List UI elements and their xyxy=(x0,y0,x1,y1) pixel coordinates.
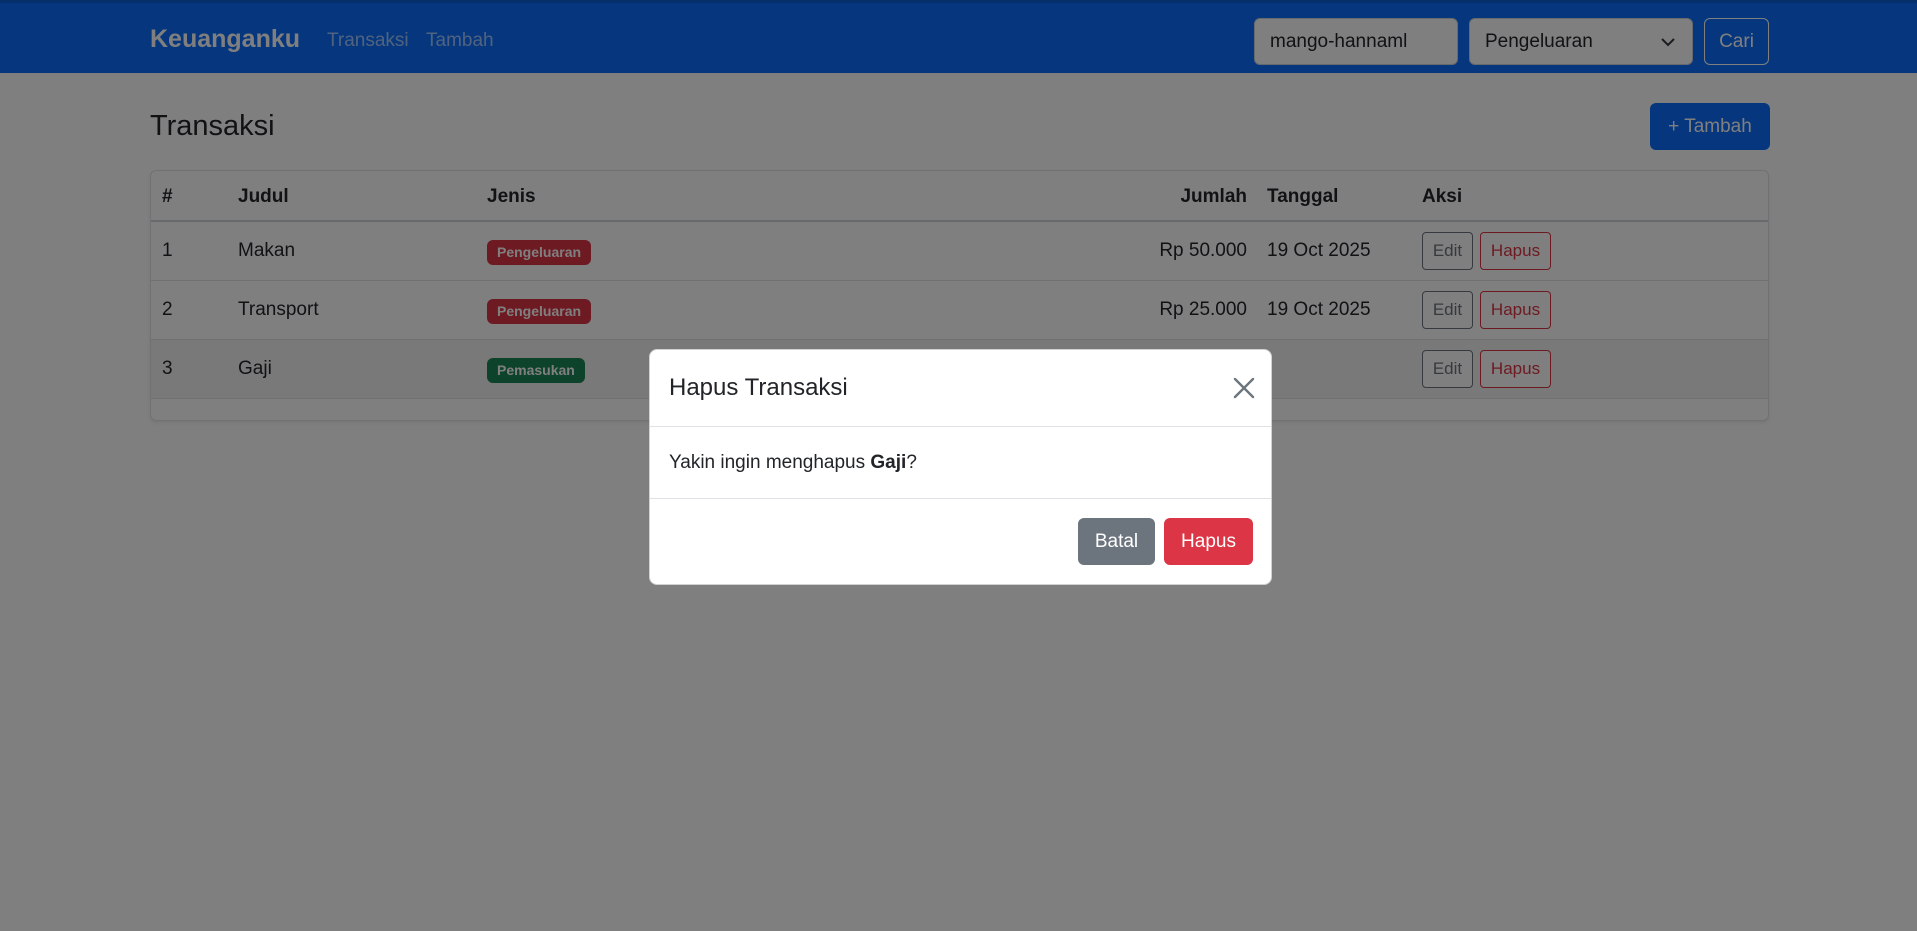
cancel-button[interactable]: Batal xyxy=(1078,518,1155,565)
delete-confirm-modal: Hapus Transaksi Yakin ingin menghapus Ga… xyxy=(649,349,1272,585)
modal-header: Hapus Transaksi xyxy=(650,350,1271,427)
modal-message: Yakin ingin menghapus Gaji? xyxy=(669,452,917,474)
close-icon[interactable] xyxy=(1230,374,1258,402)
modal-body: Yakin ingin menghapus Gaji? xyxy=(650,427,1271,499)
modal-message-item: Gaji xyxy=(870,452,907,473)
modal-message-suffix: ? xyxy=(906,452,917,473)
modal-message-prefix: Yakin ingin menghapus xyxy=(669,452,871,473)
modal-title: Hapus Transaksi xyxy=(669,374,848,401)
confirm-delete-button[interactable]: Hapus xyxy=(1164,518,1253,565)
